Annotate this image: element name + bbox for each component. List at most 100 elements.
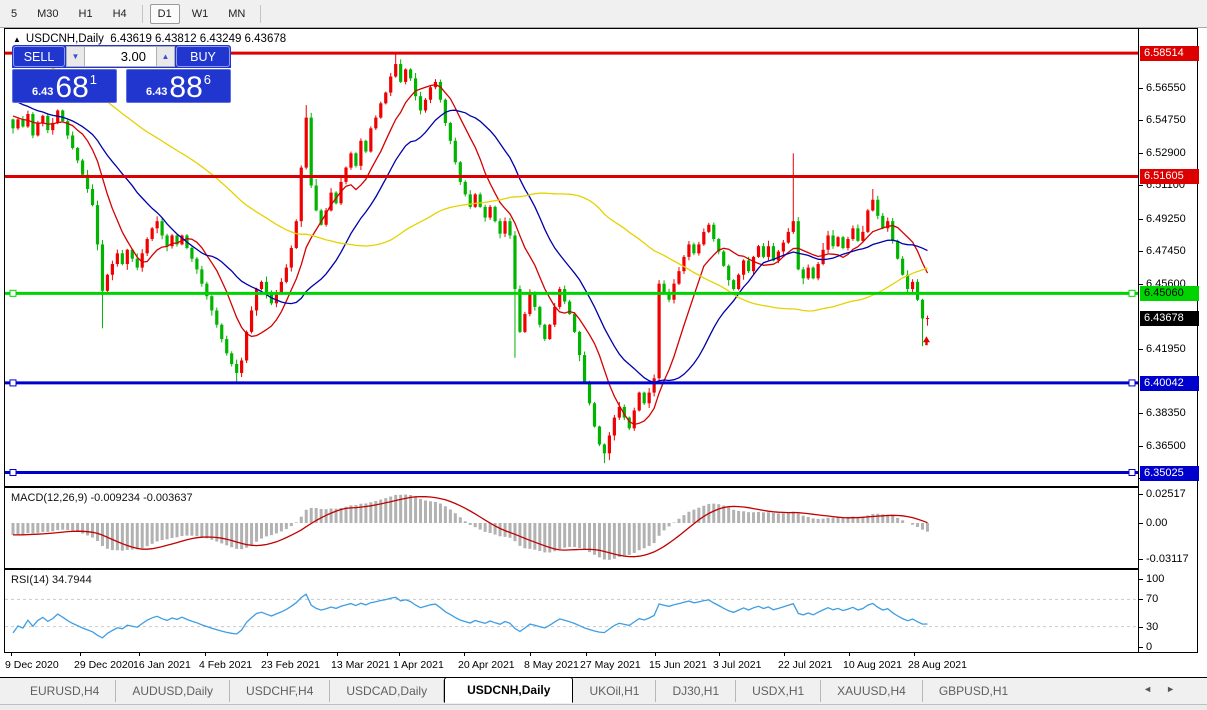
sell-button[interactable]: SELL: [13, 46, 65, 67]
buy-price-prefix: 6.43: [146, 86, 167, 98]
timeframe-button-mn[interactable]: MN: [220, 4, 253, 24]
time-tick-label: 16 Jan 2021: [133, 659, 191, 671]
time-tick-mark: [914, 653, 915, 656]
price-tick-label: 6.52900: [1146, 147, 1186, 160]
price-level-badge: 6.51605: [1140, 169, 1199, 184]
tab-scroll-arrows[interactable]: ◄►: [1143, 684, 1189, 694]
price-level-badge: 6.43678: [1140, 311, 1199, 326]
price-level-badge: 6.35025: [1140, 466, 1199, 481]
axis-tick-mark: [1139, 413, 1143, 414]
chart-tab-audusd[interactable]: AUDUSD,Daily: [116, 680, 230, 702]
axis-tick-mark: [1139, 599, 1143, 600]
axis-tick-mark: [1139, 523, 1143, 524]
timeframe-button-d1[interactable]: D1: [150, 4, 180, 24]
rsi-tick-label: 100: [1146, 573, 1164, 586]
price-level-badge: 6.45060: [1140, 286, 1199, 301]
time-tick-mark: [267, 653, 268, 656]
rsi-indicator-panel[interactable]: RSI(14) 34.7944: [5, 571, 1138, 652]
chart-tabs-bar: EURUSD,H4AUDUSD,DailyUSDCHF,H4USDCAD,Dai…: [0, 678, 1207, 704]
rsi-label: RSI(14) 34.7944: [11, 574, 92, 586]
macd-name: MACD(12,26,9): [11, 492, 87, 504]
volume-increase-button[interactable]: ▲: [156, 46, 175, 67]
toolbar-separator: [142, 5, 143, 23]
time-tick-label: 29 Dec 2020: [74, 659, 134, 671]
price-axis[interactable]: 6.565506.547506.529006.511006.492506.474…: [1138, 29, 1197, 652]
price-tick-label: 6.38350: [1146, 407, 1186, 420]
chart-tab-gbpusd[interactable]: GBPUSD,H1: [923, 680, 1024, 702]
timeframe-button-h1[interactable]: H1: [71, 4, 101, 24]
time-axis[interactable]: 9 Dec 202029 Dec 202016 Jan 20214 Feb 20…: [0, 653, 1207, 677]
status-strip: [0, 704, 1207, 710]
axis-tick-mark: [1139, 627, 1143, 628]
axis-tick-mark: [1139, 579, 1143, 580]
symbol-period-label: USDCNH,Daily: [26, 33, 104, 45]
axis-tick-mark: [1139, 284, 1143, 285]
macd-label: MACD(12,26,9) -0.009234 -0.003637: [11, 492, 193, 504]
chart-tab-usdchf[interactable]: USDCHF,H4: [230, 680, 330, 702]
price-chart-panel[interactable]: ▲ USDCNH,Daily 6.43619 6.43812 6.43249 6.…: [5, 29, 1138, 486]
sell-price-big: 68: [55, 74, 88, 102]
sell-price-box[interactable]: 6.43681: [12, 69, 117, 103]
axis-tick-mark: [1139, 251, 1143, 252]
buy-price-big: 88: [169, 74, 202, 102]
time-tick-label: 4 Feb 2021: [199, 659, 252, 671]
one-click-trading-widget: SELL ▼ ▲ BUY 6.43681 6.43886: [12, 45, 231, 103]
chart-tab-dj30[interactable]: DJ30,H1: [656, 680, 736, 702]
timeframe-button-w1[interactable]: W1: [184, 4, 217, 24]
chart-tab-usdx[interactable]: USDX,H1: [736, 680, 821, 702]
time-tick-label: 27 May 2021: [580, 659, 641, 671]
time-tick-label: 22 Jul 2021: [778, 659, 832, 671]
price-tick-label: 6.49250: [1146, 213, 1186, 226]
volume-decrease-button[interactable]: ▼: [66, 46, 85, 67]
ohlc-values: 6.43619 6.43812 6.43249 6.43678: [110, 33, 286, 45]
time-tick-label: 13 Mar 2021: [331, 659, 390, 671]
time-tick-mark: [849, 653, 850, 656]
time-tick-label: 20 Apr 2021: [458, 659, 515, 671]
axis-tick-mark: [1139, 349, 1143, 350]
chart-tab-usdcnh[interactable]: USDCNH,Daily: [444, 677, 573, 703]
axis-tick-mark: [1139, 647, 1143, 648]
macd-values: -0.009234 -0.003637: [90, 492, 192, 504]
price-tick-label: 6.41950: [1146, 343, 1186, 356]
buy-price-sup: 6: [204, 72, 211, 87]
price-tick-label: 6.36500: [1146, 440, 1186, 453]
chart-tab-ukoil[interactable]: UKOil,H1: [573, 680, 656, 702]
macd-tick-label: 0.00: [1146, 517, 1167, 530]
price-tick-label: 6.54750: [1146, 114, 1186, 127]
time-tick-mark: [655, 653, 656, 656]
time-tick-mark: [139, 653, 140, 656]
price-tick-label: 6.47450: [1146, 245, 1186, 258]
axis-tick-mark: [1139, 120, 1143, 121]
timeframe-button-h4[interactable]: H4: [105, 4, 135, 24]
chart-tab-usdcad[interactable]: USDCAD,Daily: [330, 680, 444, 702]
time-tick-label: 1 Apr 2021: [393, 659, 444, 671]
time-tick-mark: [80, 653, 81, 656]
axis-tick-mark: [1139, 185, 1143, 186]
buy-button[interactable]: BUY: [176, 46, 230, 67]
time-tick-label: 3 Jul 2021: [713, 659, 761, 671]
chart-tab-xauusd[interactable]: XAUUSD,H4: [821, 680, 923, 702]
timeframe-toolbar: 5M30H1H4 D1W1MN: [0, 0, 1207, 28]
chart-tab-eurusd[interactable]: EURUSD,H4: [14, 680, 116, 702]
chart-window: ▲ USDCNH,Daily 6.43619 6.43812 6.43249 6.…: [4, 28, 1198, 653]
timeframe-button-m30[interactable]: M30: [29, 4, 66, 24]
time-tick-mark: [337, 653, 338, 656]
time-tick-mark: [784, 653, 785, 656]
time-tick-mark: [399, 653, 400, 656]
macd-tick-label: -0.03117: [1146, 553, 1189, 566]
time-tick-mark: [205, 653, 206, 656]
rsi-tick-label: 30: [1146, 621, 1158, 634]
time-tick-mark: [586, 653, 587, 656]
timeframe-button-5[interactable]: 5: [3, 4, 25, 24]
sell-price-prefix: 6.43: [32, 86, 53, 98]
rsi-tick-label: 70: [1146, 593, 1158, 606]
buy-price-box[interactable]: 6.43886: [126, 69, 231, 103]
time-tick-label: 10 Aug 2021: [843, 659, 902, 671]
time-tick-mark: [464, 653, 465, 656]
rsi-canvas[interactable]: [5, 571, 1138, 652]
volume-input[interactable]: [85, 46, 156, 67]
price-tick-label: 6.56550: [1146, 82, 1186, 95]
macd-indicator-panel[interactable]: MACD(12,26,9) -0.009234 -0.003637: [5, 489, 1138, 568]
time-tick-label: 8 May 2021: [524, 659, 579, 671]
toolbar-separator: [260, 5, 261, 23]
